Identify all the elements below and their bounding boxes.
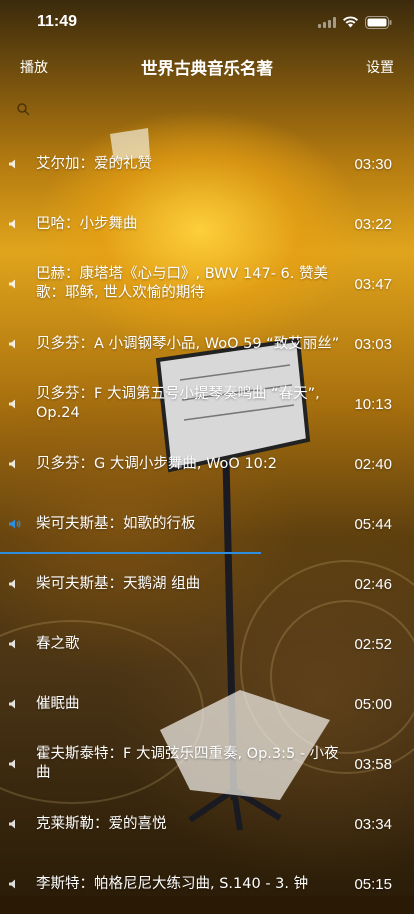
settings-button[interactable]: 设置: [366, 57, 394, 77]
speaker-icon: [9, 459, 15, 469]
speaker-icon: [9, 519, 21, 529]
track-row[interactable]: 贝多芬：F 大调第五号小提琴奏鸣曲 “春天”, Op.24 10:13: [0, 374, 414, 434]
track-duration: 03:47: [354, 275, 392, 293]
speaker-icon: [9, 279, 15, 289]
track-title: 柴可夫斯基：天鹅湖 组曲: [36, 575, 201, 592]
speaker-icon: [9, 339, 15, 349]
track-duration: 05:44: [354, 515, 392, 533]
speaker-icon: [9, 699, 15, 709]
speaker-icon: [9, 759, 15, 769]
track-duration: 05:00: [354, 695, 392, 713]
speaker-icon: [9, 879, 15, 889]
track-title: 李斯特：帕格尼尼大练习曲, S.140 - 3. 钟: [36, 875, 309, 892]
track-row[interactable]: 巴赫：康塔塔《心与口》, BWV 147- 6. 赞美歌：耶稣, 世人欢愉的期待…: [0, 254, 414, 314]
track-title: 春之歌: [36, 635, 80, 652]
track-row[interactable]: 贝多芬：A 小调钢琴小品, WoO 59 “致艾丽丝” 03:03: [0, 314, 414, 374]
track-title: 贝多芬：F 大调第五号小提琴奏鸣曲 “春天”, Op.24: [36, 386, 320, 421]
track-title: 柴可夫斯基：如歌的行板: [36, 515, 196, 532]
speaker-icon: [9, 159, 15, 169]
track-row[interactable]: 李斯特：帕格尼尼大练习曲, S.140 - 3. 钟 05:15: [0, 854, 414, 914]
track-title: 巴哈：小步舞曲: [36, 215, 138, 232]
track-row[interactable]: 贝多芬：G 大调小步舞曲, WoO 10:2 02:40: [0, 434, 414, 494]
speaker-icon: [9, 639, 15, 649]
navigation-bar: 播放 世界古典音乐名著 设置: [0, 44, 414, 90]
track-title: 艾尔加：爱的礼赞: [36, 155, 152, 172]
track-row[interactable]: 克莱斯勒：爱的喜悦 03:34: [0, 794, 414, 854]
track-title: 贝多芬：G 大调小步舞曲, WoO 10:2: [36, 455, 278, 472]
speaker-icon: [9, 819, 15, 829]
speaker-icon: [9, 399, 15, 409]
track-duration: 05:15: [354, 875, 392, 893]
track-row[interactable]: 巴哈：小步舞曲 03:22: [0, 194, 414, 254]
track-row[interactable]: 艾尔加：爱的礼赞 03:30: [0, 134, 414, 194]
track-row[interactable]: 春之歌 02:52: [0, 614, 414, 674]
page-title: 世界古典音乐名著: [141, 59, 273, 78]
wifi-icon: [343, 16, 358, 28]
track-row[interactable]: 催眠曲 05:00: [0, 674, 414, 734]
status-bar: 11:49: [0, 0, 414, 44]
track-title: 贝多芬：A 小调钢琴小品, WoO 59 “致艾丽丝”: [36, 335, 340, 352]
track-duration: 03:22: [354, 215, 392, 233]
track-row[interactable]: 柴可夫斯基：如歌的行板 05:44: [0, 494, 414, 554]
speaker-icon: [9, 219, 15, 229]
track-duration: 03:34: [354, 815, 392, 833]
track-duration: 02:46: [354, 575, 392, 593]
signal-icon: [318, 16, 336, 28]
track-title: 催眠曲: [36, 695, 80, 712]
track-duration: 10:13: [354, 395, 392, 413]
speaker-icon: [9, 579, 15, 589]
battery-icon: [365, 15, 392, 29]
track-duration: 02:40: [354, 455, 392, 473]
track-duration: 02:52: [354, 635, 392, 653]
track-title: 巴赫：康塔塔《心与口》, BWV 147- 6. 赞美歌：耶稣, 世人欢愉的期待: [36, 266, 328, 301]
track-row[interactable]: 柴可夫斯基：天鹅湖 组曲 02:46: [0, 554, 414, 614]
track-title: 克莱斯勒：爱的喜悦: [36, 815, 167, 832]
track-duration: 03:30: [354, 155, 392, 173]
track-duration: 03:03: [354, 335, 392, 353]
status-icons: [318, 15, 392, 29]
track-title: 霍夫斯泰特：F 大调弦乐四重奏, Op.3:5 - 小夜曲: [36, 746, 339, 781]
status-time: 11:49: [37, 13, 78, 30]
track-list: 艾尔加：爱的礼赞 03:30 巴哈：小步舞曲 03:22 巴赫：康塔塔《心与口》, BW…: [0, 134, 414, 914]
search-icon[interactable]: [16, 102, 30, 116]
play-button[interactable]: 播放: [20, 57, 48, 77]
track-row[interactable]: 霍夫斯泰特：F 大调弦乐四重奏, Op.3:5 - 小夜曲 03:58: [0, 734, 414, 794]
track-duration: 03:58: [354, 755, 392, 773]
